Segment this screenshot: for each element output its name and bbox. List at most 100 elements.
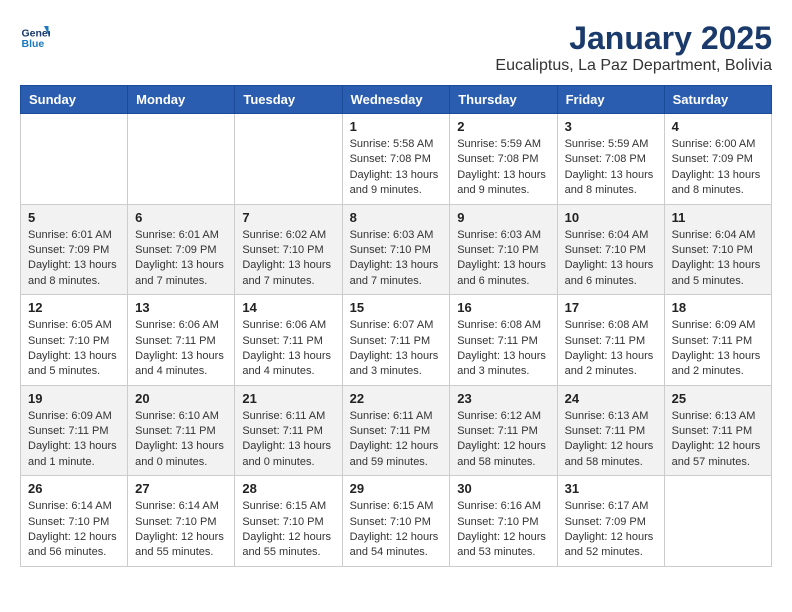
calendar-cell: 24Sunrise: 6:13 AMSunset: 7:11 PMDayligh… xyxy=(557,385,664,476)
calendar-cell: 11Sunrise: 6:04 AMSunset: 7:10 PMDayligh… xyxy=(664,204,771,295)
day-info: Sunrise: 6:13 AMSunset: 7:11 PMDaylight:… xyxy=(565,409,657,471)
day-number: 3 xyxy=(565,119,657,134)
day-info: Sunrise: 6:11 AMSunset: 7:11 PMDaylight:… xyxy=(350,409,443,471)
calendar-table: SundayMondayTuesdayWednesdayThursdayFrid… xyxy=(20,85,772,567)
day-info: Sunrise: 6:13 AMSunset: 7:11 PMDaylight:… xyxy=(672,409,764,471)
day-number: 14 xyxy=(242,300,334,315)
calendar-cell: 17 Sunrise: 6:08 AMSunset: 7:11 PMDayligh… xyxy=(557,295,664,386)
calendar-cell: 8Sunrise: 6:03 AMSunset: 7:10 PMDaylight… xyxy=(342,204,450,295)
day-number: 25 xyxy=(672,391,764,406)
page-header: General Blue January 2025 Eucaliptus, La… xyxy=(20,20,772,75)
day-info: Sunrise: 6:06 AMSunset: 7:11 PMDaylight:… xyxy=(135,318,227,380)
day-number: 18 xyxy=(672,300,764,315)
calendar-cell: 31 Sunrise: 6:17 AMSunset: 7:09 PMDayligh… xyxy=(557,476,664,567)
day-number: 4 xyxy=(672,119,764,134)
col-header-monday: Monday xyxy=(128,86,235,114)
day-info: Sunrise: 6:11 AMSunset: 7:11 PMDaylight:… xyxy=(242,409,334,471)
day-info: Sunrise: 6:04 AMSunset: 7:10 PMDaylight:… xyxy=(672,228,764,290)
day-info: Sunrise: 6:10 AMSunset: 7:11 PMDaylight:… xyxy=(135,409,227,471)
day-info: Sunrise: 6:05 AMSunset: 7:10 PMDaylight:… xyxy=(28,318,120,380)
day-number: 26 xyxy=(28,481,120,496)
calendar-cell: 9 Sunrise: 6:03 AMSunset: 7:10 PMDaylight… xyxy=(450,204,557,295)
calendar-cell: 13 Sunrise: 6:06 AMSunset: 7:11 PMDayligh… xyxy=(128,295,235,386)
day-info: Sunrise: 6:14 AMSunset: 7:10 PMDaylight:… xyxy=(28,499,120,561)
day-number: 12 xyxy=(28,300,120,315)
calendar-cell: 14 Sunrise: 6:06 AMSunset: 7:11 PMDayligh… xyxy=(235,295,342,386)
calendar-cell: 28 Sunrise: 6:15 AMSunset: 7:10 PMDayligh… xyxy=(235,476,342,567)
calendar-cell: 2 Sunrise: 5:59 AMSunset: 7:08 PMDaylight… xyxy=(450,114,557,205)
day-info: Sunrise: 6:04 AMSunset: 7:10 PMDaylight:… xyxy=(565,228,657,290)
calendar-cell: 19Sunrise: 6:09 AMSunset: 7:11 PMDayligh… xyxy=(21,385,128,476)
day-info: Sunrise: 5:58 AMSunset: 7:08 PMDaylight:… xyxy=(350,137,443,199)
day-number: 15 xyxy=(350,300,443,315)
calendar-cell: 23 Sunrise: 6:12 AMSunset: 7:11 PMDayligh… xyxy=(450,385,557,476)
calendar-header-row: SundayMondayTuesdayWednesdayThursdayFrid… xyxy=(21,86,772,114)
col-header-tuesday: Tuesday xyxy=(235,86,342,114)
day-info: Sunrise: 6:07 AMSunset: 7:11 PMDaylight:… xyxy=(350,318,443,380)
calendar-cell: 30 Sunrise: 6:16 AMSunset: 7:10 PMDayligh… xyxy=(450,476,557,567)
day-info: Sunrise: 6:06 AMSunset: 7:11 PMDaylight:… xyxy=(242,318,334,380)
day-number: 20 xyxy=(135,391,227,406)
day-number: 9 xyxy=(457,210,549,225)
day-number: 1 xyxy=(350,119,443,134)
day-number: 28 xyxy=(242,481,334,496)
day-info: Sunrise: 6:08 AMSunset: 7:11 PMDaylight:… xyxy=(565,318,657,380)
col-header-sunday: Sunday xyxy=(21,86,128,114)
day-number: 17 xyxy=(565,300,657,315)
day-info: Sunrise: 5:59 AMSunset: 7:08 PMDaylight:… xyxy=(565,137,657,199)
title-block: January 2025 Eucaliptus, La Paz Departme… xyxy=(495,20,772,75)
day-number: 21 xyxy=(242,391,334,406)
col-header-saturday: Saturday xyxy=(664,86,771,114)
calendar-week-row: 5 Sunrise: 6:01 AMSunset: 7:09 PMDaylight… xyxy=(21,204,772,295)
day-number: 30 xyxy=(457,481,549,496)
calendar-cell: 4Sunrise: 6:00 AMSunset: 7:09 PMDaylight… xyxy=(664,114,771,205)
calendar-cell xyxy=(235,114,342,205)
day-number: 27 xyxy=(135,481,227,496)
day-info: Sunrise: 6:15 AMSunset: 7:10 PMDaylight:… xyxy=(242,499,334,561)
calendar-week-row: 1 Sunrise: 5:58 AMSunset: 7:08 PMDaylight… xyxy=(21,114,772,205)
day-number: 10 xyxy=(565,210,657,225)
calendar-cell: 5 Sunrise: 6:01 AMSunset: 7:09 PMDaylight… xyxy=(21,204,128,295)
day-number: 2 xyxy=(457,119,549,134)
calendar-cell: 27 Sunrise: 6:14 AMSunset: 7:10 PMDayligh… xyxy=(128,476,235,567)
day-number: 29 xyxy=(350,481,443,496)
day-number: 16 xyxy=(457,300,549,315)
day-number: 6 xyxy=(135,210,227,225)
calendar-cell: 6 Sunrise: 6:01 AMSunset: 7:09 PMDaylight… xyxy=(128,204,235,295)
calendar-cell: 18Sunrise: 6:09 AMSunset: 7:11 PMDayligh… xyxy=(664,295,771,386)
day-number: 23 xyxy=(457,391,549,406)
day-info: Sunrise: 6:17 AMSunset: 7:09 PMDaylight:… xyxy=(565,499,657,561)
day-info: Sunrise: 6:16 AMSunset: 7:10 PMDaylight:… xyxy=(457,499,549,561)
day-info: Sunrise: 6:01 AMSunset: 7:09 PMDaylight:… xyxy=(135,228,227,290)
location-subtitle: Eucaliptus, La Paz Department, Bolivia xyxy=(495,57,772,75)
svg-text:Blue: Blue xyxy=(22,38,45,50)
day-info: Sunrise: 6:14 AMSunset: 7:10 PMDaylight:… xyxy=(135,499,227,561)
calendar-cell: 12 Sunrise: 6:05 AMSunset: 7:10 PMDayligh… xyxy=(21,295,128,386)
calendar-cell: 25 Sunrise: 6:13 AMSunset: 7:11 PMDayligh… xyxy=(664,385,771,476)
calendar-cell: 22Sunrise: 6:11 AMSunset: 7:11 PMDayligh… xyxy=(342,385,450,476)
month-title: January 2025 xyxy=(495,20,772,57)
day-info: Sunrise: 6:02 AMSunset: 7:10 PMDaylight:… xyxy=(242,228,334,290)
logo-icon: General Blue xyxy=(20,20,50,50)
calendar-cell: 15 Sunrise: 6:07 AMSunset: 7:11 PMDayligh… xyxy=(342,295,450,386)
calendar-cell: 16 Sunrise: 6:08 AMSunset: 7:11 PMDayligh… xyxy=(450,295,557,386)
calendar-week-row: 12 Sunrise: 6:05 AMSunset: 7:10 PMDayligh… xyxy=(21,295,772,386)
calendar-cell: 21 Sunrise: 6:11 AMSunset: 7:11 PMDayligh… xyxy=(235,385,342,476)
day-number: 5 xyxy=(28,210,120,225)
day-info: Sunrise: 6:08 AMSunset: 7:11 PMDaylight:… xyxy=(457,318,549,380)
day-info: Sunrise: 6:03 AMSunset: 7:10 PMDaylight:… xyxy=(457,228,549,290)
col-header-friday: Friday xyxy=(557,86,664,114)
day-number: 7 xyxy=(242,210,334,225)
calendar-cell: 10 Sunrise: 6:04 AMSunset: 7:10 PMDayligh… xyxy=(557,204,664,295)
day-number: 13 xyxy=(135,300,227,315)
day-info: Sunrise: 6:03 AMSunset: 7:10 PMDaylight:… xyxy=(350,228,443,290)
day-info: Sunrise: 6:15 AMSunset: 7:10 PMDaylight:… xyxy=(350,499,443,561)
day-number: 31 xyxy=(565,481,657,496)
calendar-cell: 26 Sunrise: 6:14 AMSunset: 7:10 PMDayligh… xyxy=(21,476,128,567)
calendar-week-row: 19Sunrise: 6:09 AMSunset: 7:11 PMDayligh… xyxy=(21,385,772,476)
day-info: Sunrise: 6:12 AMSunset: 7:11 PMDaylight:… xyxy=(457,409,549,471)
day-info: Sunrise: 6:09 AMSunset: 7:11 PMDaylight:… xyxy=(28,409,120,471)
calendar-cell xyxy=(21,114,128,205)
day-info: Sunrise: 6:01 AMSunset: 7:09 PMDaylight:… xyxy=(28,228,120,290)
day-info: Sunrise: 5:59 AMSunset: 7:08 PMDaylight:… xyxy=(457,137,549,199)
